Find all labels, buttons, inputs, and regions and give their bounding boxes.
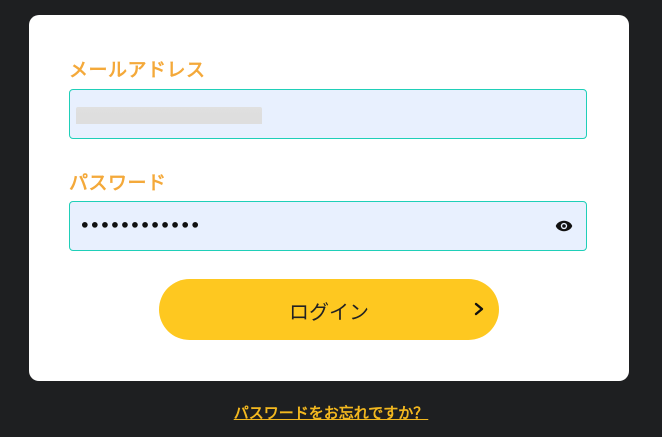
email-label: メールアドレス: [69, 59, 206, 81]
email-field[interactable]: [69, 89, 587, 139]
password-value: ••••••••••••: [80, 216, 201, 235]
chevron-right-icon: [474, 302, 484, 316]
login-button-label: ログイン: [289, 302, 369, 324]
login-card: メールアドレス パスワード •••••••••••• ログイン: [29, 15, 629, 381]
password-field[interactable]: ••••••••••••: [69, 201, 587, 251]
eye-icon[interactable]: [554, 217, 574, 235]
login-button[interactable]: ログイン: [159, 279, 499, 340]
redacted-email-value: [76, 107, 262, 124]
forgot-password-link[interactable]: パスワードをお忘れですか？: [0, 402, 662, 423]
password-label: パスワード: [69, 172, 167, 194]
